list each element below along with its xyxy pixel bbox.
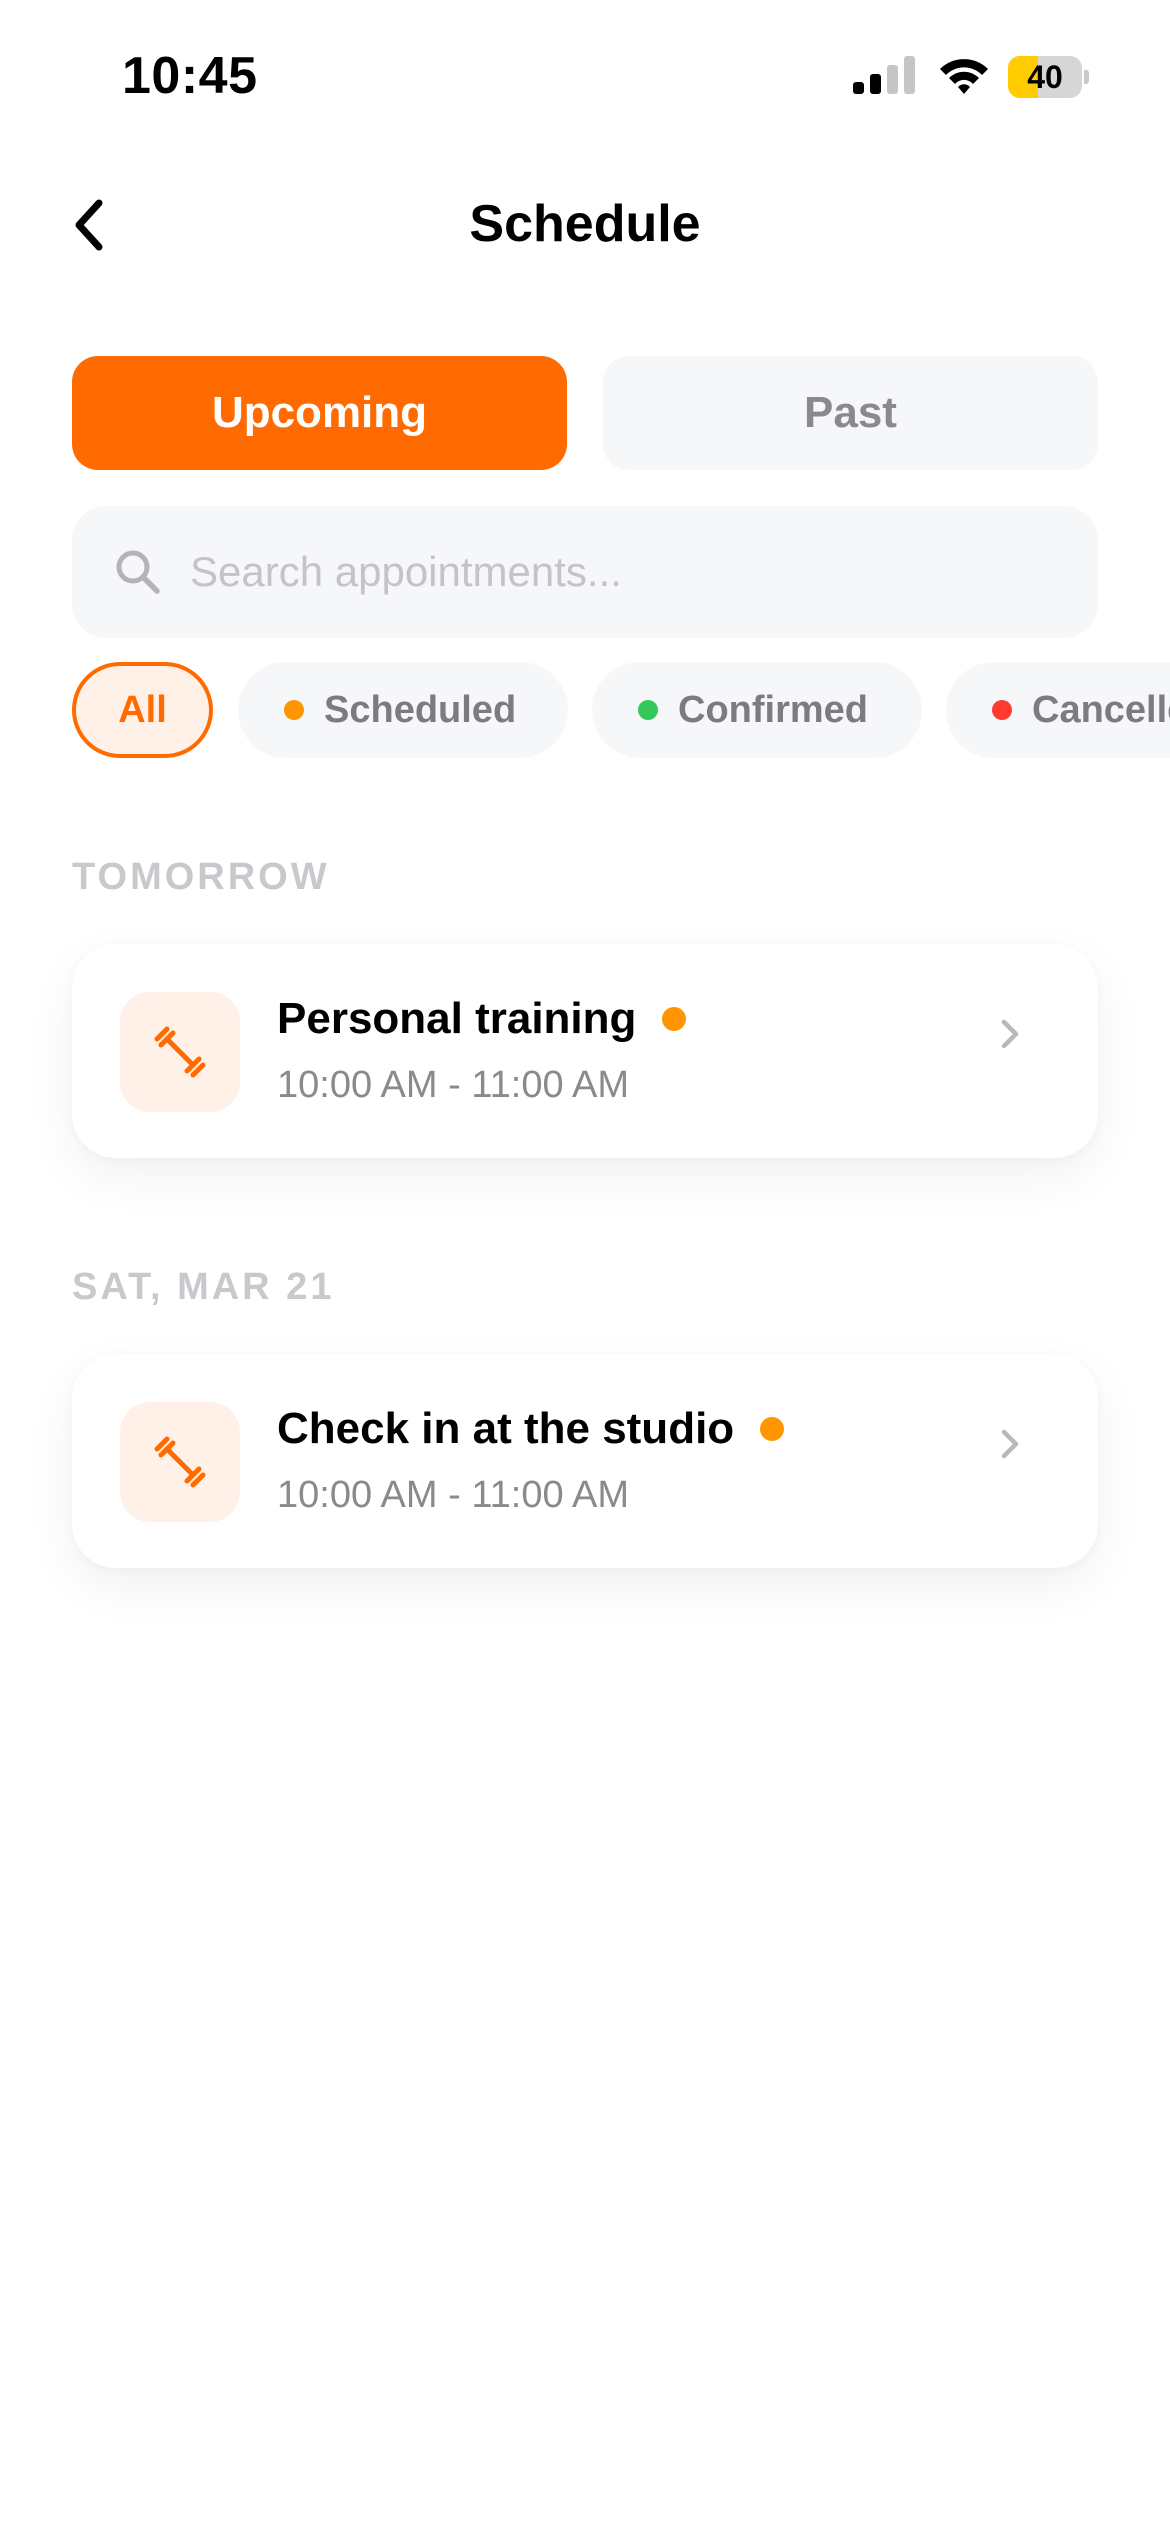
appointment-time: 10:00 AM - 11:00 AM [277,1064,630,1106]
status-time: 10:45 [122,47,258,105]
wifi-icon [940,59,988,94]
filter-chip-scheduled[interactable]: Scheduled [238,662,568,758]
status-filter-chips: All Scheduled Confirmed Cancelled [72,662,1170,762]
segment-tabs: Upcoming Past [72,356,1098,470]
battery-level: 40 [1027,59,1063,95]
appointment-card[interactable]: Check in at the studio 10:00 AM - 11:00 … [72,1354,1098,1568]
header: Schedule [0,170,1170,280]
dumbbell-icon [154,1026,206,1078]
cancelled-dot-icon [992,700,1012,720]
page-title: Schedule [469,195,701,253]
appointment-title-row: Personal training [277,994,687,1044]
chevron-right-icon [1001,1019,1019,1049]
filter-chip-label: Cancelled [1032,688,1170,731]
chevron-right-icon [1001,1429,1019,1459]
schedule-screen: 10:45 40 Schedule Upcoming Past Search a… [0,0,1170,2532]
appointment-icon-tile [120,1402,240,1522]
filter-chip-label: Confirmed [678,688,868,731]
appointment-icon-tile [120,992,240,1112]
battery-cap [1084,70,1089,84]
tab-past[interactable]: Past [603,356,1098,470]
filter-chip-label: Scheduled [324,688,517,731]
appointment-title: Check in at the studio [277,1404,735,1453]
scheduled-dot-icon [284,700,304,720]
appointment-time: 10:00 AM - 11:00 AM [277,1474,630,1516]
search-input[interactable] [190,506,1070,638]
search-icon [116,550,160,594]
section-header-sat-mar-21: SAT, MAR 21 [72,1266,335,1308]
filter-chip-all[interactable]: All [72,662,213,758]
battery-body: 40 [1008,56,1082,98]
dumbbell-icon [154,1436,206,1488]
tab-upcoming[interactable]: Upcoming [72,356,567,470]
appointment-title-row: Check in at the studio [277,1404,785,1454]
search-bar [72,506,1098,638]
confirmed-dot-icon [638,700,658,720]
filter-chip-cancelled[interactable]: Cancelled [946,662,1170,758]
battery-icon: 40 [1008,56,1089,98]
status-dot-icon [760,1417,785,1441]
status-bar: 10:45 40 [0,0,1170,150]
appointment-title: Personal training [277,994,637,1043]
cellular-signal-icon [853,56,915,94]
filter-chip-confirmed[interactable]: Confirmed [592,662,922,758]
filter-chip-label: All [118,688,167,731]
section-header-tomorrow: TOMORROW [72,856,330,898]
appointment-card[interactable]: Personal training 10:00 AM - 11:00 AM [72,944,1098,1158]
status-dot-icon [662,1007,687,1031]
